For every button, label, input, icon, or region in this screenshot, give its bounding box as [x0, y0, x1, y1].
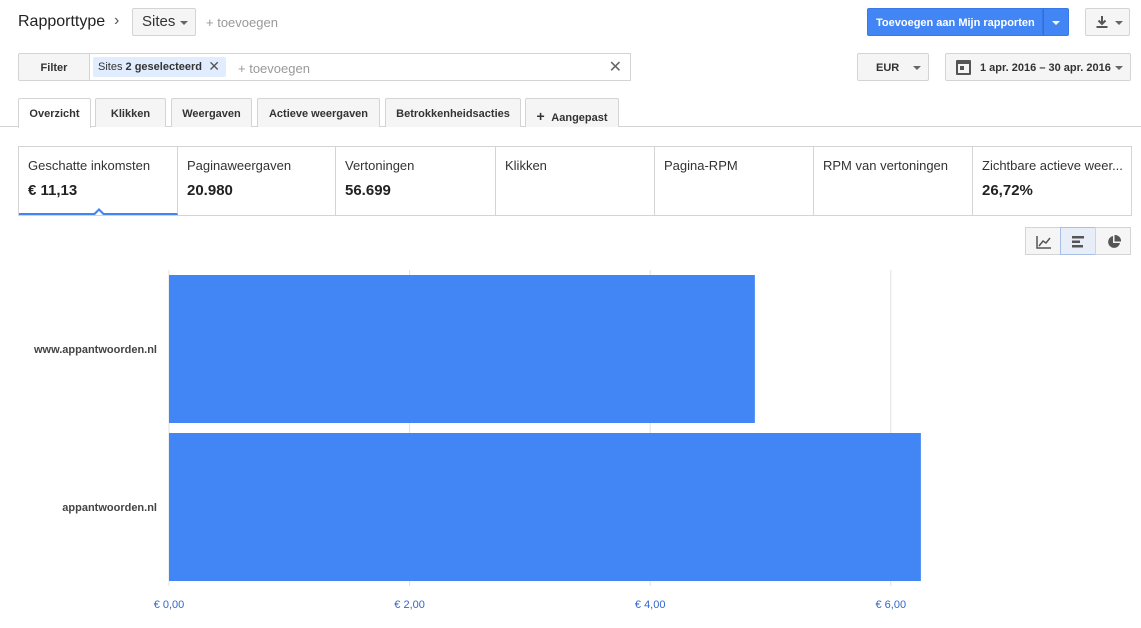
- date-range-picker[interactable]: 1 apr. 2016 – 30 apr. 2016: [945, 53, 1131, 81]
- metric-value: 20.980: [187, 182, 233, 199]
- bar: [169, 275, 755, 423]
- clear-filter-icon[interactable]: ✕: [609, 57, 622, 77]
- chevron-down-icon: [913, 66, 921, 70]
- filter-button[interactable]: Filter: [18, 53, 90, 81]
- tab-weergaven[interactable]: Weergaven: [171, 98, 252, 127]
- add-dimension-link[interactable]: + toevoegen: [206, 15, 278, 30]
- metric-pagina-rpm[interactable]: Pagina-RPM: [655, 147, 814, 215]
- currency-label: EUR: [876, 62, 900, 74]
- download-button[interactable]: [1085, 8, 1130, 36]
- metric-label: RPM van vertoningen: [823, 158, 949, 173]
- metric-geschatte-inkomsten[interactable]: Geschatte inkomsten € 11,13: [19, 147, 178, 215]
- report-type-title: Rapporttype: [18, 13, 106, 30]
- filter-input-box[interactable]: Sites 2 geselecteerd ✕ + toevoegen ✕: [89, 53, 631, 81]
- add-to-reports-dropdown-button[interactable]: [1043, 8, 1069, 36]
- plus-icon: +: [536, 108, 545, 124]
- x-tick-label: € 4,00: [635, 599, 666, 611]
- metric-value: 26,72%: [982, 182, 1033, 199]
- download-icon: [1096, 16, 1108, 28]
- metric-label: Klikken: [505, 158, 547, 173]
- metric-label: Geschatte inkomsten: [28, 158, 151, 173]
- tab-label: Weergaven: [182, 108, 241, 120]
- revenue-bar-chart: € 0,00 € 2,00 € 4,00 € 6,00 www.appantwoorde…: [0, 262, 1141, 628]
- metric-klikken[interactable]: Klikken: [496, 147, 655, 215]
- category-label: appantwoorden.nl: [62, 502, 157, 514]
- metric-zichtbare-actieve-weergaven[interactable]: Zichtbare actieve weer... 26,72%: [973, 147, 1131, 215]
- dimension-select[interactable]: Sites: [132, 8, 196, 36]
- close-icon[interactable]: ✕: [208, 58, 220, 75]
- x-tick-label: € 2,00: [394, 599, 425, 611]
- x-tick-label: € 0,00: [154, 599, 185, 611]
- metric-label: Vertoningen: [345, 158, 415, 173]
- chevron-right-icon: ›: [114, 12, 120, 29]
- currency-select[interactable]: EUR: [857, 53, 929, 81]
- metric-cards: Geschatte inkomsten € 11,13 Paginaweerga…: [18, 146, 1132, 216]
- tab-actieve-weergaven[interactable]: Actieve weergaven: [257, 98, 380, 127]
- tab-label: Betrokkenheidsacties: [396, 108, 510, 120]
- filter-chip-value: 2 geselecteerd: [125, 61, 202, 73]
- filter-chip-prefix: Sites: [98, 61, 123, 73]
- bar: [169, 433, 921, 581]
- chart-type-line-button[interactable]: [1025, 227, 1061, 255]
- metric-label: Paginaweergaven: [187, 158, 292, 173]
- metric-rpm-van-vertoningen[interactable]: RPM van vertoningen: [814, 147, 973, 215]
- bar-chart-icon: [1072, 236, 1084, 248]
- metric-label: Pagina-RPM: [664, 158, 738, 173]
- chart-svg: € 0,00 € 2,00 € 4,00 € 6,00 www.appantwoorde…: [33, 270, 921, 611]
- tab-overzicht[interactable]: Overzicht: [18, 98, 91, 128]
- metric-label: Zichtbare actieve weer...: [982, 158, 1123, 173]
- metric-value: € 11,13: [28, 182, 78, 199]
- filter-add-placeholder[interactable]: + toevoegen: [238, 61, 310, 76]
- dimension-select-label: Sites: [142, 13, 176, 30]
- tab-label: Aangepast: [551, 112, 608, 124]
- tab-betrokkenheidsacties[interactable]: Betrokkenheidsacties: [385, 98, 521, 127]
- date-range-label: 1 apr. 2016 – 30 apr. 2016: [980, 62, 1111, 74]
- calendar-icon: [956, 60, 971, 75]
- chevron-down-icon: [1115, 66, 1123, 70]
- chart-type-bar-button[interactable]: [1060, 227, 1096, 255]
- x-tick-label: € 6,00: [876, 599, 907, 611]
- filter-chip-sites[interactable]: Sites 2 geselecteerd ✕: [93, 57, 226, 77]
- line-chart-icon: [1036, 236, 1051, 249]
- tab-aangepast[interactable]: + Aangepast: [525, 98, 619, 127]
- pie-chart-icon: [1108, 235, 1121, 248]
- add-to-my-reports-button[interactable]: Toevoegen aan Mijn rapporten: [867, 8, 1043, 36]
- chevron-down-icon: [180, 21, 188, 25]
- metric-paginaweergaven[interactable]: Paginaweergaven 20.980: [178, 147, 336, 215]
- tab-klikken[interactable]: Klikken: [95, 98, 166, 127]
- metric-vertoningen[interactable]: Vertoningen 56.699: [336, 147, 496, 215]
- tab-label: Overzicht: [29, 108, 80, 120]
- category-label: www.appantwoorden.nl: [33, 344, 157, 356]
- report-header: Rapporttype › Sites + toevoegen Toevoege…: [18, 8, 1131, 38]
- tab-label: Actieve weergaven: [268, 108, 369, 120]
- chart-type-pie-button[interactable]: [1095, 227, 1131, 255]
- chevron-down-icon: [1115, 21, 1123, 25]
- tab-label: Klikken: [110, 108, 151, 120]
- metric-value: 56.699: [345, 182, 391, 199]
